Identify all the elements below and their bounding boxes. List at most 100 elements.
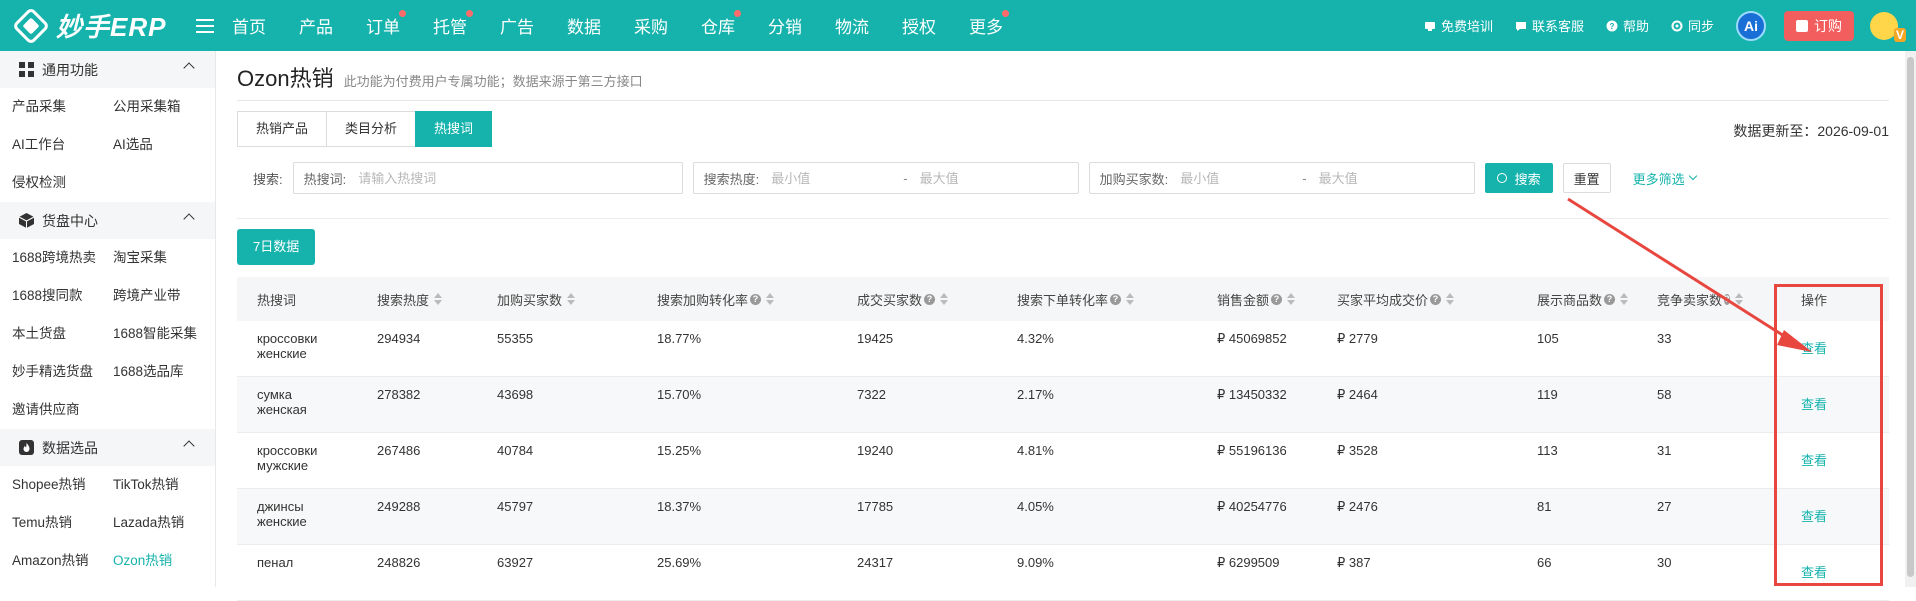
sidebar-item[interactable]: AI选品 (113, 126, 228, 164)
tab-3[interactable]: 热搜词 (415, 111, 493, 147)
sidebar-item[interactable]: 1688智能采集 (113, 315, 228, 353)
keyword-input[interactable] (358, 170, 659, 186)
nav-item[interactable]: 产品 (299, 13, 333, 38)
sort-icon[interactable] (1126, 293, 1135, 305)
sort-desc-icon[interactable] (1126, 300, 1135, 305)
sort-desc-icon[interactable] (940, 300, 949, 305)
tab-1[interactable]: 热销产品 (237, 111, 328, 147)
cell-products: 105 (1537, 331, 1559, 346)
sort-asc-icon[interactable] (434, 293, 443, 298)
sort-desc-icon[interactable] (434, 300, 443, 305)
sync-icon (1671, 20, 1683, 31)
scrollbar-thumb[interactable] (1907, 57, 1914, 577)
sort-asc-icon[interactable] (567, 293, 576, 298)
sidebar-item[interactable]: AI工作台 (12, 126, 113, 164)
sort-icon[interactable] (1446, 293, 1455, 305)
help-icon[interactable]: ? (924, 293, 936, 305)
cell-cart-buyers: 63927 (497, 555, 534, 570)
sort-asc-icon[interactable] (766, 293, 775, 298)
reset-button[interactable]: 重置 (1562, 163, 1611, 193)
sort-desc-icon[interactable] (1446, 300, 1455, 305)
sort-asc-icon[interactable] (1287, 293, 1296, 298)
nav-item[interactable]: 分销 (768, 13, 802, 38)
sort-asc-icon[interactable] (940, 293, 949, 298)
sidebar-item[interactable]: 1688搜同款 (12, 277, 113, 315)
sidebar-item[interactable]: Shopee热销 (12, 466, 113, 504)
sidebar-item[interactable]: Lazada热销 (113, 504, 228, 542)
order-button[interactable]: 订购 (1784, 10, 1854, 41)
vertical-scrollbar[interactable] (1905, 51, 1916, 587)
cell-cart-buyers: 55355 (497, 331, 534, 346)
nav-item[interactable]: 更多 (969, 10, 1009, 38)
help-icon[interactable]: ? (1724, 293, 1730, 305)
sort-icon[interactable] (940, 293, 949, 305)
sort-icon[interactable] (766, 293, 775, 305)
help-icon[interactable]: ? (750, 293, 762, 305)
column-header-label: 展示商品数 (1537, 292, 1603, 308)
sidebar-item[interactable]: Temu热销 (12, 504, 113, 542)
contact-support-link[interactable]: 联系客服 (1515, 16, 1584, 35)
chevron-up-icon[interactable] (183, 213, 195, 225)
sort-asc-icon[interactable] (1446, 293, 1455, 298)
sidebar-item[interactable]: TikTok热销 (113, 466, 228, 504)
sidebar-item[interactable]: 妙手精选货盘 (12, 353, 113, 391)
help-icon[interactable]: ? (1271, 293, 1283, 305)
sort-desc-icon[interactable] (1287, 300, 1296, 305)
sidebar-item[interactable]: 淘宝采集 (113, 239, 228, 277)
buyers-min-input[interactable] (1180, 170, 1291, 186)
sidebar-item[interactable]: 侵权检测 (12, 164, 113, 202)
sort-desc-icon[interactable] (567, 300, 576, 305)
sort-desc-icon[interactable] (766, 300, 775, 305)
sidebar-item[interactable]: 公用采集箱 (113, 88, 228, 126)
sort-icon[interactable] (434, 293, 443, 305)
more-filters-link[interactable]: 更多筛选 (1633, 169, 1697, 188)
buyers-max-input[interactable] (1318, 170, 1429, 186)
sort-icon[interactable] (567, 293, 576, 305)
sidebar-item[interactable]: 跨境产业带 (113, 277, 228, 315)
column-header-content: 搜索下单转化率? (1017, 290, 1197, 309)
heat-max-input[interactable] (919, 170, 1040, 186)
sync-link[interactable]: 同步 (1671, 16, 1714, 35)
tab-2[interactable]: 类目分析 (326, 111, 417, 147)
nav-item[interactable]: 首页 (232, 13, 266, 38)
nav-item[interactable]: 广告 (500, 13, 534, 38)
sort-icon[interactable] (1620, 293, 1629, 305)
nav-item[interactable]: 采购 (634, 13, 668, 38)
nav-item[interactable]: 托管 (433, 10, 473, 38)
search-button[interactable]: 搜索 (1484, 163, 1553, 193)
help-icon[interactable]: ? (1430, 293, 1442, 305)
nav-item[interactable]: 仓库 (701, 10, 741, 38)
user-avatar[interactable] (1870, 11, 1907, 42)
sidebar-item[interactable]: 产品采集 (12, 88, 113, 126)
sidebar-group-header[interactable]: 货盘中心 (0, 202, 215, 239)
chevron-up-icon[interactable] (183, 440, 195, 452)
sidebar-group-header[interactable]: 通用功能 (0, 51, 215, 88)
keyword-text-line: женские (257, 346, 307, 361)
heat-min-input[interactable] (771, 170, 892, 186)
app-logo[interactable]: 妙手ERP (14, 7, 186, 44)
help-link[interactable]: ? 帮助 (1606, 16, 1649, 35)
menu-toggle-icon[interactable] (196, 18, 214, 33)
sidebar-item[interactable]: 本土货盘 (12, 315, 113, 353)
sidebar-group-header[interactable]: 数据选品 (0, 429, 215, 466)
sort-desc-icon[interactable] (1620, 300, 1629, 305)
ai-assistant-button[interactable]: Ai (1736, 10, 1766, 41)
sidebar-item[interactable]: Amazon热销 (12, 542, 113, 580)
seven-day-data-button[interactable]: 7日数据 (237, 229, 316, 265)
nav-item[interactable]: 物流 (835, 13, 869, 38)
chevron-up-icon[interactable] (183, 62, 195, 74)
nav-item[interactable]: 授权 (902, 13, 936, 38)
sidebar-item[interactable]: Ozon热销 (113, 542, 228, 580)
sidebar-item[interactable]: 邀请供应商 (12, 391, 113, 429)
sidebar-group-title: 通用功能 (42, 61, 98, 78)
sidebar-item[interactable]: 1688选品库 (113, 353, 228, 391)
nav-item[interactable]: 订单 (366, 10, 406, 38)
free-training-link[interactable]: 免费培训 (1424, 16, 1493, 35)
help-icon[interactable]: ? (1110, 293, 1122, 305)
sort-asc-icon[interactable] (1126, 293, 1135, 298)
help-icon[interactable]: ? (1604, 293, 1616, 305)
sort-icon[interactable] (1287, 293, 1296, 305)
sidebar-item[interactable]: 1688跨境热卖 (12, 239, 113, 277)
sort-asc-icon[interactable] (1620, 293, 1629, 298)
nav-item[interactable]: 数据 (567, 13, 601, 38)
